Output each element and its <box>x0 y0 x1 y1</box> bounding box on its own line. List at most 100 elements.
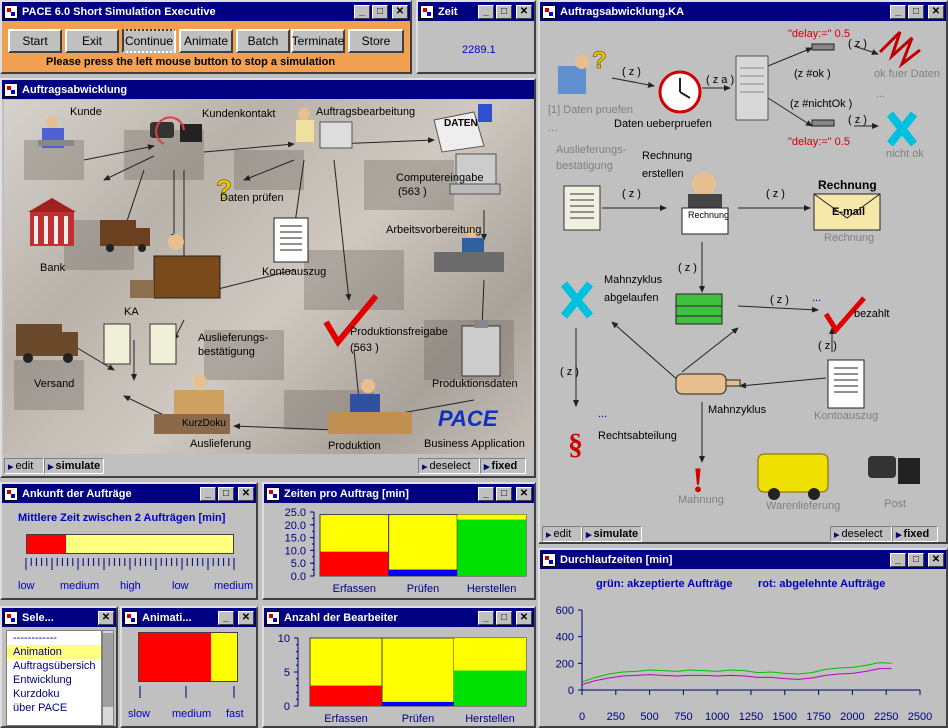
freigabe-count: (563 ) <box>350 342 379 354</box>
terminate-button[interactable]: Terminate <box>291 29 345 53</box>
label-bezahlt: bezahlt <box>854 308 890 320</box>
minimize-icon[interactable]: _ <box>478 4 494 19</box>
deselect-button[interactable]: ▸ deselect <box>418 458 480 474</box>
pace-title-bar[interactable]: PACE 6.0 Short Simulation Executive _ □ ✕ <box>2 2 410 21</box>
x-tick-label: 250 <box>607 711 625 723</box>
animate-button[interactable]: Animate <box>179 29 233 53</box>
ka-canvas[interactable]: ? § ! [1] Daten pruefen ... Daten ueberp… <box>542 22 944 522</box>
post-phone-icon <box>868 456 920 484</box>
maximize-icon[interactable]: □ <box>218 486 234 501</box>
select-list-item[interactable]: Kurzdoku <box>7 687 101 701</box>
close-icon[interactable]: ✕ <box>98 610 114 625</box>
label-auslieferungs: Auslieferungs- <box>556 144 627 156</box>
bar-value <box>457 519 526 576</box>
maximize-icon[interactable]: □ <box>496 486 512 501</box>
select-list-item[interactable]: Animation <box>7 645 101 659</box>
minimize-icon[interactable]: _ <box>354 4 370 19</box>
simulation-time: 2289.1 <box>462 44 496 56</box>
window-menu-icon[interactable] <box>4 82 18 97</box>
auftrag-canvas[interactable]: ? Kunde Kundenkontakt Auftragsbearbeitun… <box>4 100 532 454</box>
ankunft-title-bar[interactable]: Ankunft der Aufträge _ □ ✕ <box>2 484 256 503</box>
label-produktion: Produktion <box>328 440 381 452</box>
close-icon[interactable]: ✕ <box>516 610 532 625</box>
bearbeiter-title-bar[interactable]: Anzahl der Bearbeiter _ □ ✕ <box>264 608 534 627</box>
continue-button[interactable]: Continue <box>122 29 176 53</box>
scroll-thumb[interactable] <box>103 633 113 707</box>
close-icon[interactable]: ✕ <box>928 4 944 19</box>
zeiten-title-bar[interactable]: Zeiten pro Auftrag [min] _ □ ✕ <box>264 484 534 503</box>
y-tick-label: 0.0 <box>291 571 306 583</box>
durchlauf-title-bar[interactable]: Durchlaufzeiten [min] _ □ ✕ <box>540 550 946 569</box>
deselect-label: deselect <box>841 528 883 540</box>
select-scrollbar[interactable] <box>102 630 114 726</box>
minimize-icon[interactable]: _ <box>478 610 494 625</box>
auftrag-title-bar[interactable]: Auftragsabwicklung <box>2 80 534 99</box>
maximize-icon[interactable]: □ <box>372 4 388 19</box>
select-list[interactable]: ------------ Animation Auftragsübersich Ent… <box>6 630 102 726</box>
durchlauf-title: Durchlaufzeiten [min] <box>560 553 673 566</box>
ankunft-heading: Mittlere Zeit zwischen 2 Aufträgen [min] <box>18 512 226 524</box>
close-icon[interactable]: ✕ <box>516 486 532 501</box>
minimize-icon[interactable]: _ <box>890 4 906 19</box>
y-tick-label: 10.0 <box>285 545 306 557</box>
edge-label-z: ( z ) <box>678 262 697 274</box>
window-menu-icon[interactable] <box>266 486 280 501</box>
maximize-icon[interactable]: □ <box>908 552 924 567</box>
fixed-button[interactable]: ▸ fixed <box>480 458 526 474</box>
close-icon[interactable]: ✕ <box>238 486 254 501</box>
minimize-icon[interactable]: _ <box>478 486 494 501</box>
store-button[interactable]: Store <box>348 29 404 53</box>
close-icon[interactable]: ✕ <box>392 4 408 19</box>
ankunft-slider-track[interactable] <box>26 534 234 554</box>
bar-remainder <box>457 514 526 520</box>
fixed-button[interactable]: ▸ fixed <box>892 526 938 542</box>
window-menu-icon[interactable] <box>542 4 556 19</box>
scale-label-medium-2: medium <box>214 580 254 592</box>
series-line-rejected <box>581 668 892 686</box>
dots: ... <box>548 122 558 134</box>
window-menu-icon[interactable] <box>542 552 556 567</box>
select-list-item[interactable]: über PACE <box>7 701 101 715</box>
window-menu-icon[interactable] <box>4 610 18 625</box>
window-menu-icon[interactable] <box>4 486 18 501</box>
label-arbeitsvorbereitung: Arbeitsvorbereitung <box>386 224 482 236</box>
auslieferung-docs-icon <box>103 323 177 365</box>
close-icon[interactable]: ✕ <box>928 552 944 567</box>
x-tick-label: 1250 <box>739 711 763 723</box>
play-icon: ▸ <box>546 528 552 541</box>
minimize-icon[interactable]: _ <box>218 610 234 625</box>
deselect-button[interactable]: ▸ deselect <box>830 526 892 542</box>
simulate-mode-button[interactable]: ▸ simulate <box>44 458 104 474</box>
minimize-icon[interactable]: _ <box>890 552 906 567</box>
batch-button[interactable]: Batch <box>236 29 290 53</box>
animation-speed-bar[interactable] <box>138 632 238 682</box>
simulate-mode-button[interactable]: ▸ simulate <box>582 526 642 542</box>
maximize-icon[interactable]: □ <box>496 610 512 625</box>
maximize-icon[interactable]: □ <box>908 4 924 19</box>
minimize-icon[interactable]: _ <box>200 486 216 501</box>
y-tick-label: 600 <box>556 605 574 617</box>
select-list-item[interactable]: Auftragsübersich <box>7 659 101 673</box>
category-label: Prüfen <box>402 713 434 725</box>
animation-title-bar[interactable]: Animati... _ ✕ <box>122 608 256 627</box>
close-icon[interactable]: ✕ <box>516 4 532 19</box>
ka-title-bar[interactable]: Auftragsabwicklung.KA _ □ ✕ <box>540 2 946 21</box>
select-title-bar[interactable]: Sele... ✕ <box>2 608 116 627</box>
exit-button[interactable]: Exit <box>65 29 119 53</box>
close-icon[interactable]: ✕ <box>238 610 254 625</box>
zeit-title-bar[interactable]: Zeit _ □ ✕ <box>418 2 534 21</box>
select-list-item[interactable]: ------------ <box>7 631 101 645</box>
scale-label-low-2: low <box>172 580 189 592</box>
window-menu-icon[interactable] <box>420 4 434 19</box>
bank-icon <box>28 198 76 246</box>
start-button[interactable]: Start <box>8 29 62 53</box>
edit-mode-button[interactable]: ▸ edit <box>4 458 44 474</box>
window-menu-icon[interactable] <box>4 4 18 19</box>
animation-window: Animati... _ ✕ slow medium fast <box>120 606 258 728</box>
select-list-item[interactable]: Entwicklung <box>7 673 101 687</box>
edit-mode-button[interactable]: ▸ edit <box>542 526 582 542</box>
window-menu-icon[interactable] <box>124 610 138 625</box>
maximize-icon[interactable]: □ <box>496 4 512 19</box>
window-menu-icon[interactable] <box>266 610 280 625</box>
select-title: Sele... <box>22 611 54 624</box>
